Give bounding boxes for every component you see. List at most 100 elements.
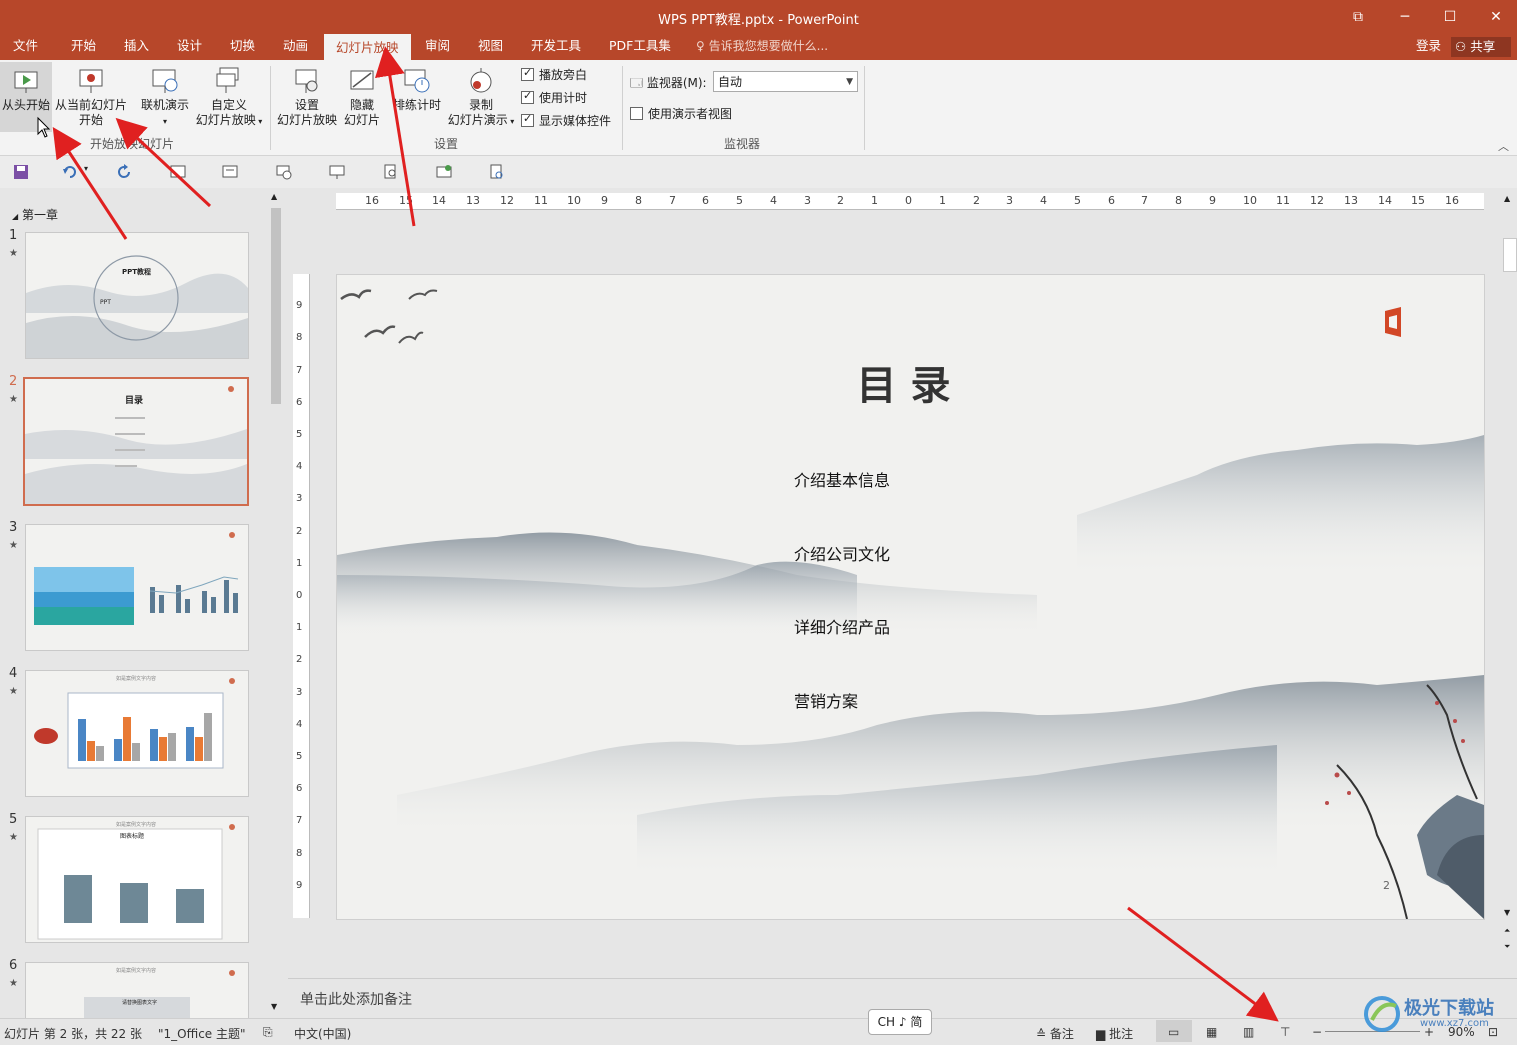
maximize-button[interactable]: ☐ (1435, 6, 1465, 28)
slide-title[interactable]: 目录 (337, 353, 1484, 411)
tab-developer[interactable]: 开发工具 (531, 34, 581, 60)
ruler-tick-label: 5 (736, 194, 743, 207)
ruler-tick-label: 4 (770, 194, 777, 207)
collapse-triangle-icon: ◢ (12, 212, 19, 221)
tab-animations[interactable]: 动画 (283, 34, 308, 60)
new-slide-icon[interactable] (170, 164, 186, 180)
rehearse-timings-button[interactable]: 排练计时 (390, 62, 444, 113)
scroll-down-icon[interactable]: ▼ (1504, 908, 1510, 917)
ribbon-display-options-icon[interactable]: ⧉ (1343, 6, 1373, 28)
slide-toc-item[interactable]: 营销方案 (794, 688, 858, 712)
animation-star-icon: ★ (9, 686, 18, 697)
start-slideshow-icon[interactable] (329, 164, 345, 180)
tab-insert[interactable]: 插入 (124, 34, 149, 60)
tab-file[interactable]: 文件 (13, 34, 38, 60)
zoom-out-icon[interactable]: − (1312, 1025, 1322, 1039)
tab-view[interactable]: 视图 (478, 34, 503, 60)
ruler-tick-label: 12 (1310, 194, 1324, 207)
ruler-tick-label: 2 (837, 194, 844, 207)
slide-thumbnail-3[interactable] (25, 524, 249, 651)
scroll-up-icon[interactable]: ▲ (271, 192, 277, 201)
present-online-icon[interactable] (276, 164, 292, 180)
previous-slide-icon[interactable]: ⏶ (1504, 926, 1510, 936)
monitor-select[interactable]: 自动 ▼ (713, 71, 858, 92)
tab-design[interactable]: 设计 (177, 34, 202, 60)
email-icon[interactable] (436, 164, 452, 180)
scroll-down-icon[interactable]: ▼ (271, 1002, 277, 1011)
ime-indicator[interactable]: CH ♪ 简 (868, 1009, 932, 1035)
show-media-controls-checkbox[interactable]: 显示媒体控件 (521, 112, 611, 129)
redo-icon[interactable] (116, 164, 132, 180)
collapse-ribbon-icon[interactable]: ︿ (1498, 138, 1509, 154)
ruler-tick-label: 13 (1344, 194, 1358, 207)
tab-home[interactable]: 开始 (71, 34, 96, 60)
setup-slideshow-button[interactable]: 设置 幻灯片放映 (276, 62, 338, 128)
ruler-tick-label: 8 (635, 194, 642, 207)
tab-slideshow[interactable]: 幻灯片放映 (324, 34, 411, 62)
ruler-tick-label: 9 (1209, 194, 1216, 207)
minimize-button[interactable]: ─ (1390, 6, 1420, 28)
reading-view-icon[interactable]: ▥ (1243, 1025, 1254, 1039)
slide-toc-item[interactable]: 介绍公司文化 (794, 541, 890, 565)
from-current-slide-button[interactable]: 从当前幻灯片 开始 (54, 62, 128, 128)
slideshow-view-icon[interactable]: ⊤ (1280, 1025, 1290, 1039)
document-link-icon[interactable] (489, 164, 505, 180)
slide-thumbnail-2[interactable]: 目录 (23, 377, 249, 506)
record-slideshow-button[interactable]: 录制 幻灯片演示 ▾ (444, 62, 518, 129)
slide-thumbnail-6[interactable]: 如是案例文字内容 请替换图表文字 (25, 962, 249, 1019)
slide-canvas[interactable]: 目录 介绍基本信息 介绍公司文化 详细介绍产品 营销方案 2 (336, 274, 1485, 920)
slide-number: 5 (9, 812, 18, 827)
group-separator (270, 66, 271, 150)
presenter-view-checkbox[interactable]: 使用演示者视图 (630, 105, 732, 122)
spell-check-icon[interactable]: ⎘ (263, 1025, 273, 1040)
tab-transitions[interactable]: 切换 (230, 34, 255, 60)
slide-thumbnail-5[interactable]: 如是案例文字内容 图表标题 (25, 816, 249, 943)
notes-toggle[interactable]: ≙ 备注 (1036, 1025, 1074, 1042)
animation-star-icon: ★ (9, 978, 18, 989)
slide-thumbnail-4[interactable]: 如是案例文字内容 (25, 670, 249, 797)
from-beginning-button[interactable]: 从头开始 (0, 62, 52, 132)
checkbox-unchecked-icon (630, 107, 643, 120)
ruler-tick-label: 4 (296, 719, 303, 730)
print-preview-icon[interactable] (383, 164, 399, 180)
section-header[interactable]: ◢ 第一章 (12, 206, 58, 223)
share-button[interactable]: ⚇ 共享 (1451, 37, 1511, 57)
undo-dropdown-icon[interactable]: ▾ (84, 164, 88, 173)
ruler-tick-label: 6 (296, 783, 303, 794)
ruler-tick-label: 6 (702, 194, 709, 207)
slide-toc-item[interactable]: 介绍基本信息 (794, 467, 890, 491)
slide-scrollbar[interactable]: ▲ ▼ ⏶ ⏷ (1502, 188, 1517, 958)
watermark-logo: 极光下载站 www.xz7.com (1360, 990, 1510, 1038)
animation-star-icon: ★ (9, 248, 18, 259)
scroll-up-icon[interactable]: ▲ (1504, 194, 1510, 203)
tab-pdf-tools[interactable]: PDF工具集 (609, 34, 671, 60)
online-present-icon (152, 69, 178, 93)
tell-me-box[interactable]: ♀ 告诉我您想要做什么... (696, 34, 828, 58)
online-present-button[interactable]: 联机演示 ▾ (136, 62, 194, 129)
comments-toggle[interactable]: ▆ 批注 (1096, 1025, 1133, 1042)
custom-slideshow-button[interactable]: 自定义 幻灯片放映 ▾ (192, 62, 266, 129)
scroll-thumb[interactable] (271, 208, 281, 404)
slide-toc-item[interactable]: 详细介绍产品 (794, 614, 890, 638)
thumbnail-scrollbar[interactable]: ▲ ▼ (268, 188, 285, 1018)
undo-icon[interactable] (62, 164, 78, 180)
use-timings-checkbox[interactable]: 使用计时 (521, 89, 587, 106)
login-link[interactable]: 登录 (1416, 34, 1441, 58)
text-box-icon[interactable] (222, 164, 238, 180)
slide-thumbnail-1[interactable]: PPT教程 PPT (25, 232, 249, 359)
play-narration-checkbox[interactable]: 播放旁白 (521, 66, 587, 83)
close-button[interactable]: ✕ (1481, 6, 1511, 28)
hide-slide-button[interactable]: 隐藏 幻灯片 (340, 62, 384, 128)
custom-slideshow-icon (216, 67, 239, 93)
ruler-tick-label: 8 (1175, 194, 1182, 207)
notes-icon: ≙ (1036, 1027, 1047, 1041)
ruler-tick-label: 7 (296, 365, 303, 376)
vertical-ruler: 9 8 7 6 5 4 3 2 1 0 1 2 3 4 5 6 7 8 9 (293, 274, 310, 918)
next-slide-icon[interactable]: ⏷ (1504, 942, 1510, 952)
slide-sorter-icon[interactable]: ▦ (1206, 1025, 1217, 1039)
tab-review[interactable]: 审阅 (425, 34, 450, 60)
save-icon[interactable] (13, 164, 29, 180)
scroll-thumb[interactable] (1503, 238, 1517, 272)
language[interactable]: 中文(中国) (294, 1025, 351, 1042)
chevron-down-icon: ▼ (846, 77, 853, 87)
